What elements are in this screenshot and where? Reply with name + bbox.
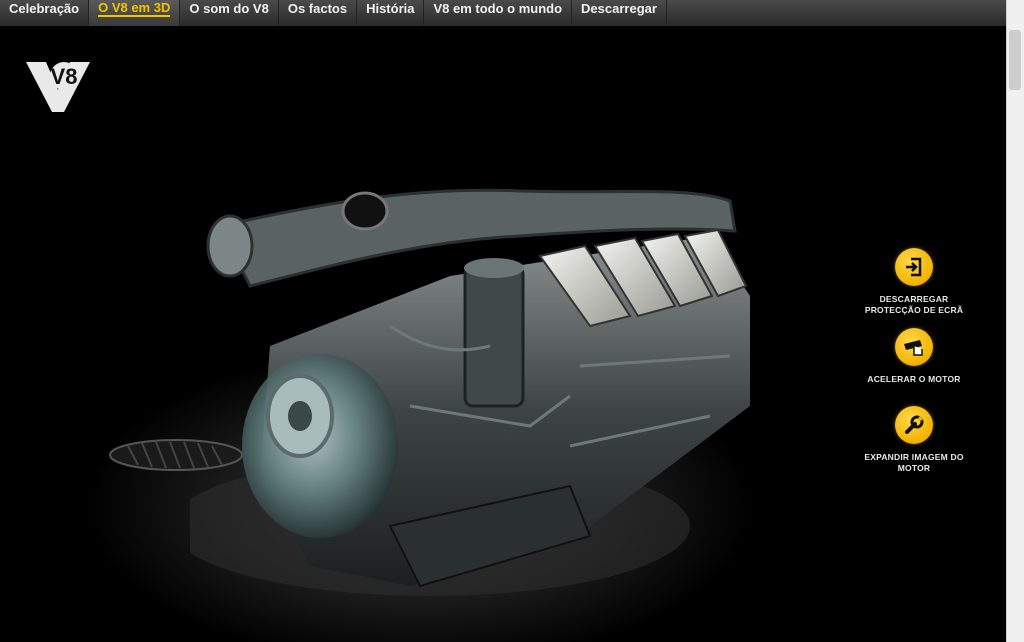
tab-label: O som do V8: [189, 1, 269, 16]
tab-label: História: [366, 1, 415, 16]
label-line: DESCARREGAR: [879, 294, 949, 304]
wrench-icon: [905, 415, 924, 434]
expand-engine-image-label: EXPANDIR IMAGEM DO MOTOR: [844, 452, 984, 474]
tab-label: Descarregar: [581, 1, 657, 16]
tab-v8-em-3d[interactable]: O V8 em 3D: [89, 0, 181, 26]
label-line: MOTOR: [897, 463, 931, 473]
tab-label: Os factos: [287, 1, 348, 16]
tab-os-factos[interactable]: Os factos: [279, 0, 358, 26]
v8-logo: V8: [26, 62, 90, 112]
expand-engine-image-action[interactable]: EXPANDIR IMAGEM DO MOTOR: [844, 406, 984, 474]
accelerate-engine-button[interactable]: [895, 328, 933, 366]
tab-label: O V8 em 3D: [98, 0, 171, 17]
top-navigation: Celebração O V8 em 3D O som do V8 Os fac…: [0, 0, 1006, 26]
download-screensaver-button[interactable]: [895, 248, 933, 286]
tab-label: Celebração: [9, 1, 80, 16]
download-screensaver-label: DESCARREGAR PROTECÇÃO DE ECRÃ: [844, 294, 984, 316]
scrollbar-thumb[interactable]: [1009, 30, 1021, 90]
label-line: PROTECÇÃO DE ECRÃ: [864, 305, 964, 315]
tab-celebracao[interactable]: Celebração: [0, 0, 90, 26]
engine-viewer[interactable]: V8 DESCARREGAR PROTECÇÃO DE ECRÃ ACELERA…: [0, 26, 1006, 642]
download-icon: [906, 257, 922, 277]
label-line: ACELERAR O MOTOR: [867, 374, 961, 384]
accelerate-icon: [904, 340, 923, 356]
tab-historia[interactable]: História: [357, 0, 425, 26]
download-screensaver-action[interactable]: DESCARREGAR PROTECÇÃO DE ECRÃ: [844, 248, 984, 316]
accelerate-engine-label: ACELERAR O MOTOR: [844, 374, 984, 385]
label-line: EXPANDIR IMAGEM DO: [864, 452, 964, 462]
tab-descarregar[interactable]: Descarregar: [572, 0, 667, 26]
logo-glyph: V8: [51, 64, 78, 89]
tab-label: V8 em todo o mundo: [433, 1, 563, 16]
tab-v8-em-todo-o-mundo[interactable]: V8 em todo o mundo: [424, 0, 573, 26]
accelerate-engine-action[interactable]: ACELERAR O MOTOR: [844, 328, 984, 385]
tab-o-som-do-v8[interactable]: O som do V8: [180, 0, 279, 26]
vertical-scrollbar[interactable]: [1006, 0, 1024, 642]
expand-engine-image-button[interactable]: [895, 406, 933, 444]
nav-filler: [667, 0, 1006, 26]
v8-engine-illustration[interactable]: [190, 146, 790, 606]
